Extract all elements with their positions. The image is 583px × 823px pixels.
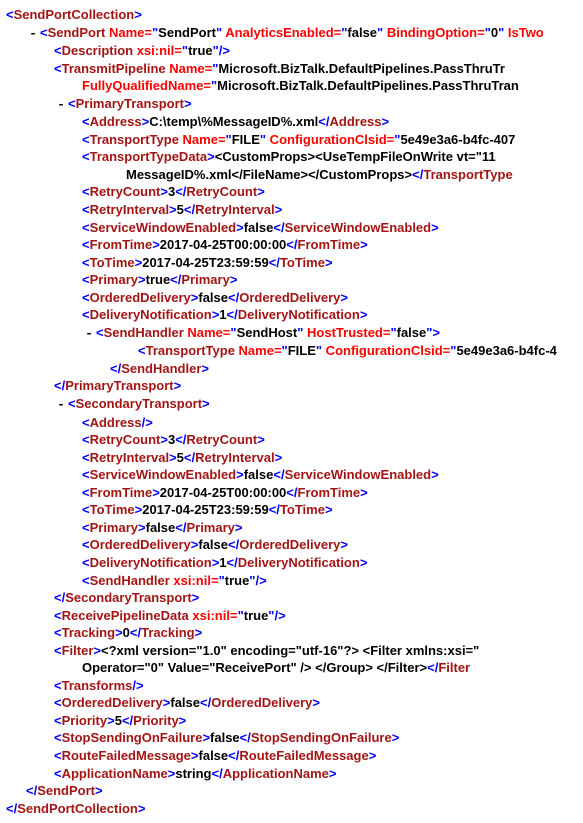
toggle-icon[interactable]: - (54, 96, 68, 114)
transforms: <Transforms/> (6, 677, 583, 695)
root-close: </SendPortCollection> (6, 800, 583, 818)
service-window: <ServiceWindowEnabled>false</ServiceWind… (6, 219, 583, 237)
description: <Description xsi:nil="true"/> (6, 42, 583, 60)
primary: <Primary>true</Primary> (6, 271, 583, 289)
transport-type-data-cont: MessageID%.xml</FileName></CustomProps><… (6, 166, 583, 184)
retry-count2: <RetryCount>3</RetryCount> (6, 431, 583, 449)
send-handler-open: -<SendHandler Name="SendHost" HostTruste… (6, 324, 583, 343)
delivery-notification: <DeliveryNotification>1</DeliveryNotific… (6, 306, 583, 324)
toggle-icon[interactable]: - (54, 396, 68, 414)
ordered-delivery3: <OrderedDelivery>false</OrderedDelivery> (6, 694, 583, 712)
primary2: <Primary>false</Primary> (6, 519, 583, 537)
primary-transport-open: -<PrimaryTransport> (6, 95, 583, 114)
address2: <Address/> (6, 414, 583, 432)
ordered-delivery2: <OrderedDelivery>false</OrderedDelivery> (6, 536, 583, 554)
transmit-pipeline: <TransmitPipeline Name="Microsoft.BizTal… (6, 60, 583, 78)
delivery-notification2: <DeliveryNotification>1</DeliveryNotific… (6, 554, 583, 572)
retry-interval: <RetryInterval>5</RetryInterval> (6, 201, 583, 219)
transport-type: <TransportType Name="FILE" Configuration… (6, 131, 583, 149)
xml-viewer: <SendPortCollection> -<SendPort Name="Se… (6, 6, 583, 817)
from-time2: <FromTime>2017-04-25T00:00:00</FromTime> (6, 484, 583, 502)
send-handler-tt: <TransportType Name="FILE" Configuration… (6, 342, 583, 360)
toggle-icon[interactable]: - (26, 25, 40, 43)
address: <Address>C:\temp\%MessageID%.xml</Addres… (6, 113, 583, 131)
application-name: <ApplicationName>string</ApplicationName… (6, 765, 583, 783)
to-time2: <ToTime>2017-04-25T23:59:59</ToTime> (6, 501, 583, 519)
send-handler2: <SendHandler xsi:nil="true"/> (6, 572, 583, 590)
tracking: <Tracking>0</Tracking> (6, 624, 583, 642)
secondary-transport-close: </SecondaryTransport> (6, 589, 583, 607)
stop-sending: <StopSendingOnFailure>false</StopSending… (6, 729, 583, 747)
ordered-delivery: <OrderedDelivery>false</OrderedDelivery> (6, 289, 583, 307)
receive-pipeline-data: <ReceivePipelineData xsi:nil="true"/> (6, 607, 583, 625)
transmit-pipeline-cont: FullyQualifiedName="Microsoft.BizTalk.De… (6, 77, 583, 95)
retry-interval2: <RetryInterval>5</RetryInterval> (6, 449, 583, 467)
root-open: <SendPortCollection> (6, 6, 583, 24)
from-time: <FromTime>2017-04-25T00:00:00</FromTime> (6, 236, 583, 254)
sendport-open: -<SendPort Name="SendPort" AnalyticsEnab… (6, 24, 583, 43)
primary-transport-close: </PrimaryTransport> (6, 377, 583, 395)
route-failed: <RouteFailedMessage>false</RouteFailedMe… (6, 747, 583, 765)
transport-type-data: <TransportTypeData><CustomProps><UseTemp… (6, 148, 583, 166)
priority: <Priority>5</Priority> (6, 712, 583, 730)
retry-count: <RetryCount>3</RetryCount> (6, 183, 583, 201)
toggle-icon[interactable]: - (82, 325, 96, 343)
send-handler-close: </SendHandler> (6, 360, 583, 378)
to-time: <ToTime>2017-04-25T23:59:59</ToTime> (6, 254, 583, 272)
service-window2: <ServiceWindowEnabled>false</ServiceWind… (6, 466, 583, 484)
filter-cont: Operator="0" Value="ReceivePort" /> </Gr… (6, 659, 583, 677)
filter: <Filter><?xml version="1.0" encoding="ut… (6, 642, 583, 660)
secondary-transport-open: -<SecondaryTransport> (6, 395, 583, 414)
sendport-close: </SendPort> (6, 782, 583, 800)
